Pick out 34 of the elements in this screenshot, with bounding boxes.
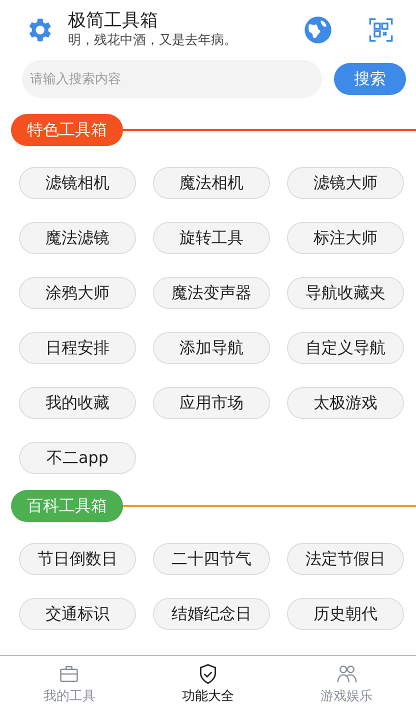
tool-button[interactable]: 滤镜大师 — [287, 167, 404, 199]
search-button[interactable]: 搜索 — [334, 63, 406, 95]
tool-button[interactable]: 太极游戏 — [287, 387, 404, 419]
tool-button[interactable]: 日程安排 — [19, 332, 136, 364]
tool-button[interactable]: 滤镜相机 — [19, 167, 136, 199]
tool-button[interactable]: 二十四节气 — [153, 543, 270, 575]
tool-button[interactable]: 添加导航 — [153, 332, 270, 364]
tool-button[interactable]: 交通标识 — [19, 598, 136, 630]
tool-button[interactable]: 结婚纪念日 — [153, 598, 270, 630]
tool-button[interactable]: 魔法相机 — [153, 167, 270, 199]
tool-button[interactable]: 旋转工具 — [153, 222, 270, 254]
qr-scan-icon[interactable] — [368, 17, 394, 43]
tool-button[interactable]: 魔法变声器 — [153, 277, 270, 309]
tool-button[interactable]: 历史朝代 — [287, 598, 404, 630]
subtitle: 明，残花中酒，又是去年病。 — [68, 32, 238, 50]
briefcase-icon — [58, 663, 80, 685]
app-title: 极简工具箱 — [68, 10, 159, 32]
tool-button[interactable]: 标注大师 — [287, 222, 404, 254]
tool-button[interactable]: 节日倒数日 — [19, 543, 136, 575]
tool-button[interactable]: 应用市场 — [153, 387, 270, 419]
shield-check-icon — [197, 663, 219, 685]
tool-button[interactable]: 魔法滤镜 — [19, 222, 136, 254]
tab[interactable]: 功能大全 — [138, 656, 278, 712]
tool-button[interactable]: 我的收藏 — [19, 387, 136, 419]
tool-button[interactable]: 导航收藏夹 — [287, 277, 404, 309]
section-title: 特色工具箱 — [11, 114, 123, 146]
globe-icon[interactable] — [302, 14, 334, 46]
section-title: 百科工具箱 — [11, 490, 123, 522]
tool-button[interactable]: 自定义导航 — [287, 332, 404, 364]
tool-button[interactable]: 法定节假日 — [287, 543, 404, 575]
tool-button[interactable]: 涂鸦大师 — [19, 277, 136, 309]
people-icon — [336, 663, 358, 685]
tool-button[interactable]: 不二app — [19, 442, 136, 474]
search-field[interactable]: 请输入搜索内容 — [22, 60, 322, 98]
